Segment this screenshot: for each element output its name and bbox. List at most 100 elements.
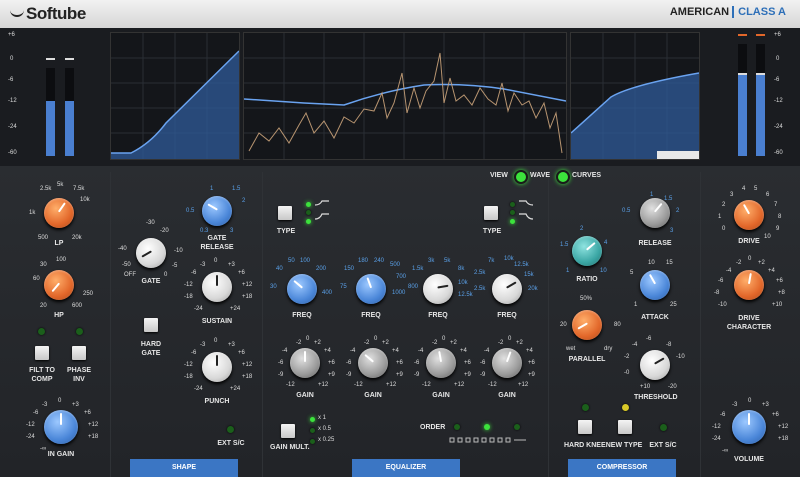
- gain-mult-option: x 0.5: [318, 426, 332, 432]
- drive-tick: 9: [776, 226, 780, 232]
- eq-gain-tick: -9: [278, 372, 284, 378]
- punch-tick: -24: [194, 386, 203, 392]
- hard-knee-button[interactable]: [578, 420, 592, 434]
- gain-mult-label: GAIN MULT.: [270, 444, 310, 451]
- hp-knob[interactable]: [44, 270, 74, 300]
- punch-tick: +3: [228, 342, 235, 348]
- sustain-tick: +18: [242, 294, 253, 300]
- eq-gain-tick: -2: [364, 340, 370, 346]
- gate-knob[interactable]: [136, 238, 166, 268]
- eq-band4-freq-knob[interactable]: [492, 274, 522, 304]
- eq-band3-gain-knob[interactable]: [426, 348, 456, 378]
- drive-character-tick: +2: [758, 260, 765, 266]
- attack-tick: 1: [634, 302, 638, 308]
- section-divider: [548, 172, 549, 477]
- drive-tick: 8: [778, 214, 782, 220]
- gate-release-knob[interactable]: [202, 196, 232, 226]
- eq-order-led-1[interactable]: [454, 424, 460, 430]
- drive-character-label: DRIVE CHARACTER: [726, 315, 772, 331]
- filter-curve-graph: [111, 33, 240, 159]
- hard-knee-label: HARD KNEE: [564, 442, 606, 449]
- eq-gain-tick: -6: [278, 360, 284, 366]
- in-gain-knob[interactable]: [44, 410, 78, 444]
- eq-gain-tick: -12: [422, 382, 431, 388]
- eq-band1-freq-tick: 40: [276, 266, 283, 272]
- in-gain-tick: +3: [72, 402, 79, 408]
- eq-band2-freq-knob[interactable]: [356, 274, 386, 304]
- eq-band1-freq-tick: 100: [300, 258, 311, 264]
- view-wave-radio[interactable]: [514, 170, 528, 184]
- drive-tick: 6: [766, 192, 770, 198]
- eq-band2-gain-knob[interactable]: [358, 348, 388, 378]
- release-knob[interactable]: [640, 198, 670, 228]
- drive-character-tick: +4: [768, 268, 775, 274]
- lp-tick: 10k: [80, 197, 90, 203]
- eq-gain-tick: -6: [480, 360, 486, 366]
- drive-tick: 4: [742, 186, 746, 192]
- drive-knob[interactable]: [734, 200, 764, 230]
- sustain-knob[interactable]: [202, 272, 232, 302]
- in-gain-tick: +18: [88, 434, 99, 440]
- new-type-button[interactable]: [618, 420, 632, 434]
- gain-mult-button[interactable]: [281, 424, 295, 438]
- eq-gain-tick: +12: [518, 382, 529, 388]
- eq-gain-tick: +12: [454, 382, 465, 388]
- ratio-tick: 10: [600, 268, 607, 274]
- phase-inv-button[interactable]: [72, 346, 86, 360]
- drive-character-tick: -6: [718, 278, 724, 284]
- view-curves-radio[interactable]: [556, 170, 570, 184]
- sustain-tick: +6: [238, 270, 245, 276]
- eq-type-right-label: TYPE: [482, 228, 502, 235]
- volume-tick: +6: [772, 412, 779, 418]
- eq-band1-freq-label: FREQ: [292, 312, 312, 319]
- tab-equalizer[interactable]: EQUALIZER: [352, 459, 460, 477]
- eq-order-led-2[interactable]: [484, 424, 490, 430]
- meter-scale-label: +6: [774, 32, 781, 38]
- lp-knob[interactable]: [44, 198, 74, 228]
- shape-ext-sc-label[interactable]: EXT S/C: [212, 440, 250, 447]
- comp-ext-sc-led: [660, 424, 667, 431]
- tab-shape[interactable]: SHAPE: [130, 459, 238, 477]
- gate-release-label: GATE RELEASE: [200, 235, 234, 251]
- comp-ext-sc-label[interactable]: EXT S/C: [646, 442, 680, 449]
- eq-gain-tick: -2: [432, 340, 438, 346]
- eq-band1-freq-knob[interactable]: [287, 274, 317, 304]
- threshold-tick: -6: [646, 336, 652, 342]
- eq-band1-gain-knob[interactable]: [290, 348, 320, 378]
- drive-character-knob[interactable]: [734, 270, 764, 300]
- in-gain-tick: -6: [33, 410, 39, 416]
- in-gain-tick: 0: [58, 398, 62, 404]
- eq-band1-freq-tick: 50: [288, 258, 295, 264]
- sustain-tick: -24: [194, 306, 203, 312]
- eq-gain-tick: +6: [528, 360, 535, 366]
- gate-release-tick: 1.5: [232, 186, 241, 192]
- hard-gate-button[interactable]: [144, 318, 158, 332]
- eq-type-left-button[interactable]: [278, 206, 292, 220]
- gain-mult-x05-led: [310, 428, 315, 433]
- lp-tick: 2.5k: [40, 186, 52, 192]
- release-label: RELEASE: [638, 240, 672, 247]
- sustain-tick: +24: [230, 306, 241, 312]
- sustain-tick: +12: [242, 282, 253, 288]
- eq-gain-tick: 0: [508, 336, 512, 342]
- punch-knob[interactable]: [202, 352, 232, 382]
- input-meter: +6 0 -6 -12 -24 -60: [8, 32, 98, 162]
- eq-band3-freq-knob[interactable]: [423, 274, 453, 304]
- eq-band4-gain-knob[interactable]: [492, 348, 522, 378]
- volume-knob[interactable]: [732, 410, 766, 444]
- gate-tick: -5: [172, 263, 178, 269]
- filt-to-comp-button[interactable]: [35, 346, 49, 360]
- eq-band2-freq-tick: 180: [358, 258, 369, 264]
- eq-band2-gain-label: GAIN: [364, 392, 382, 399]
- attack-knob[interactable]: [640, 270, 670, 300]
- parallel-knob[interactable]: [572, 310, 602, 340]
- meter-scale-label: 0: [776, 56, 780, 62]
- eq-order-led-3[interactable]: [514, 424, 520, 430]
- eq-type-right-button[interactable]: [484, 206, 498, 220]
- ratio-knob[interactable]: [572, 236, 602, 266]
- threshold-knob[interactable]: [640, 350, 670, 380]
- tab-compressor[interactable]: COMPRESSOR: [568, 459, 676, 477]
- lp-tick: 5k: [57, 182, 64, 188]
- control-area: [0, 166, 800, 477]
- eq-gain-tick: -6: [414, 360, 420, 366]
